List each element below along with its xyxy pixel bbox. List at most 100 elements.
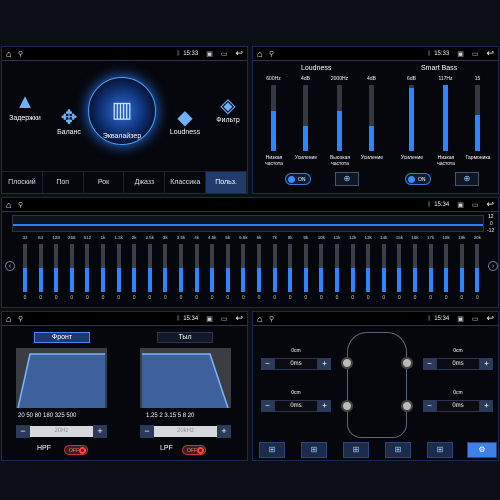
band-slider[interactable] xyxy=(225,244,230,292)
speaker-front-left-icon[interactable] xyxy=(341,357,353,369)
rl-plus-button[interactable]: + xyxy=(318,400,331,412)
eq-band[interactable]: 5.5k 0 xyxy=(236,235,250,301)
eq-band[interactable]: 12k 0 xyxy=(346,235,360,301)
window-icon[interactable]: ▭ xyxy=(472,50,479,58)
back-icon[interactable]: ↩ xyxy=(486,48,494,59)
smartbass-settings-button[interactable]: ⊕ xyxy=(455,172,479,186)
lpf-toggle[interactable]: OFF xyxy=(182,445,206,455)
preset-tab[interactable]: Классика xyxy=(165,172,207,193)
eq-band[interactable]: 32 0 xyxy=(18,235,32,301)
gear-icon[interactable]: ⚙ xyxy=(467,442,497,458)
fr-minus-button[interactable]: − xyxy=(423,358,436,370)
window-icon[interactable]: ▭ xyxy=(472,315,479,323)
hpf-minus-button[interactable]: − xyxy=(16,425,30,438)
lpf-plus-button[interactable]: + xyxy=(217,425,231,438)
fl-minus-button[interactable]: − xyxy=(261,358,274,370)
fr-plus-button[interactable]: + xyxy=(480,358,493,370)
preset-tab-active[interactable]: Польз. xyxy=(206,172,247,193)
eq-band[interactable]: 3.5k 0 xyxy=(174,235,188,301)
mode-balance[interactable]: ✥ Баланс xyxy=(50,105,88,136)
eq-band[interactable]: 1.3k 0 xyxy=(112,235,126,301)
band-slider[interactable] xyxy=(241,244,246,292)
eq-band[interactable]: 6k 0 xyxy=(252,235,266,301)
speaker-rear-left-icon[interactable] xyxy=(341,400,353,412)
eq-band[interactable]: 16k 0 xyxy=(408,235,422,301)
eq-band[interactable]: 9k 0 xyxy=(299,235,313,301)
eq-band[interactable]: 17k 0 xyxy=(424,235,438,301)
band-slider[interactable] xyxy=(381,244,386,292)
slider-track[interactable] xyxy=(303,85,308,151)
lpf-minus-button[interactable]: − xyxy=(140,425,154,438)
preset-tab[interactable]: Плоский xyxy=(2,172,43,193)
band-slider[interactable] xyxy=(179,244,183,292)
band-slider[interactable] xyxy=(54,244,59,292)
band-slider[interactable] xyxy=(335,244,339,292)
eq-band[interactable]: 20k 0 xyxy=(470,235,484,301)
eq-band[interactable]: 13k 0 xyxy=(361,235,375,301)
hpf-toggle[interactable]: OFF xyxy=(64,445,88,455)
band-slider[interactable] xyxy=(350,244,355,292)
hpf-plus-button[interactable]: + xyxy=(93,425,107,438)
eq-band[interactable]: 1k 0 xyxy=(96,235,110,301)
eq-band[interactable]: 2k 0 xyxy=(127,235,141,301)
preset-tab[interactable]: Рок xyxy=(84,172,125,193)
front-tab[interactable]: Фронт xyxy=(34,332,90,343)
scroll-right-button[interactable]: › xyxy=(488,261,498,271)
rl-minus-button[interactable]: − xyxy=(261,400,274,412)
band-slider[interactable] xyxy=(288,244,293,292)
window-icon[interactable]: ▭ xyxy=(221,50,228,58)
back-icon[interactable]: ↩ xyxy=(235,313,243,324)
slider-track[interactable] xyxy=(475,85,480,151)
band-slider[interactable] xyxy=(101,244,105,292)
mode-filter[interactable]: ◈ Фильтр xyxy=(208,93,247,124)
eq-band[interactable]: 5k 0 xyxy=(221,235,235,301)
seat-preset-5-button[interactable]: ⊞ xyxy=(427,442,453,458)
home-icon[interactable]: ⌂ xyxy=(257,49,269,59)
eq-band[interactable]: 7k 0 xyxy=(268,235,282,301)
screenshot-icon[interactable]: ▣ xyxy=(206,315,213,323)
band-slider[interactable] xyxy=(38,244,43,292)
eq-band[interactable]: 11k 0 xyxy=(330,235,344,301)
band-slider[interactable] xyxy=(319,244,324,292)
mode-equalizer[interactable]: ▥ Эквалайзер xyxy=(92,97,152,140)
eq-band[interactable]: 19k 0 xyxy=(455,235,469,301)
seat-preset-3-button[interactable]: ⊞ xyxy=(343,442,369,458)
band-slider[interactable] xyxy=(428,244,433,292)
rr-plus-button[interactable]: + xyxy=(480,400,493,412)
back-icon[interactable]: ↩ xyxy=(486,199,494,210)
eq-band[interactable]: 15k 0 xyxy=(392,235,406,301)
back-icon[interactable]: ↩ xyxy=(235,48,243,59)
eq-band[interactable]: 512 0 xyxy=(80,235,94,301)
screenshot-icon[interactable]: ▣ xyxy=(457,201,464,209)
slider-track[interactable] xyxy=(443,85,448,151)
band-slider[interactable] xyxy=(444,244,449,292)
smartbass-toggle[interactable]: ON xyxy=(405,173,431,185)
eq-band[interactable]: 256 0 xyxy=(65,235,79,301)
band-slider[interactable] xyxy=(116,244,121,292)
eq-band[interactable]: 14k 0 xyxy=(377,235,391,301)
band-slider[interactable] xyxy=(210,244,215,292)
eq-band[interactable]: 2.5k 0 xyxy=(143,235,157,301)
band-slider[interactable] xyxy=(132,244,137,292)
window-icon[interactable]: ▭ xyxy=(472,201,479,209)
screenshot-icon[interactable]: ▣ xyxy=(457,315,464,323)
band-slider[interactable] xyxy=(475,244,480,292)
band-slider[interactable] xyxy=(194,244,199,292)
back-icon[interactable]: ↩ xyxy=(486,313,494,324)
rear-tab[interactable]: Тыл xyxy=(157,332,213,343)
band-slider[interactable] xyxy=(257,244,261,292)
band-slider[interactable] xyxy=(366,244,371,292)
band-slider[interactable] xyxy=(147,244,152,292)
home-icon[interactable]: ⌂ xyxy=(6,314,18,324)
slider-track[interactable] xyxy=(369,85,374,151)
eq-band[interactable]: 10k 0 xyxy=(314,235,328,301)
fl-plus-button[interactable]: + xyxy=(318,358,331,370)
slider-track[interactable] xyxy=(271,85,276,151)
speaker-rear-right-icon[interactable] xyxy=(401,400,413,412)
band-slider[interactable] xyxy=(397,244,402,292)
preset-tab[interactable]: Поп xyxy=(43,172,84,193)
band-slider[interactable] xyxy=(69,244,74,292)
band-slider[interactable] xyxy=(459,244,464,292)
loudness-settings-button[interactable]: ⊕ xyxy=(335,172,359,186)
rr-minus-button[interactable]: − xyxy=(423,400,436,412)
